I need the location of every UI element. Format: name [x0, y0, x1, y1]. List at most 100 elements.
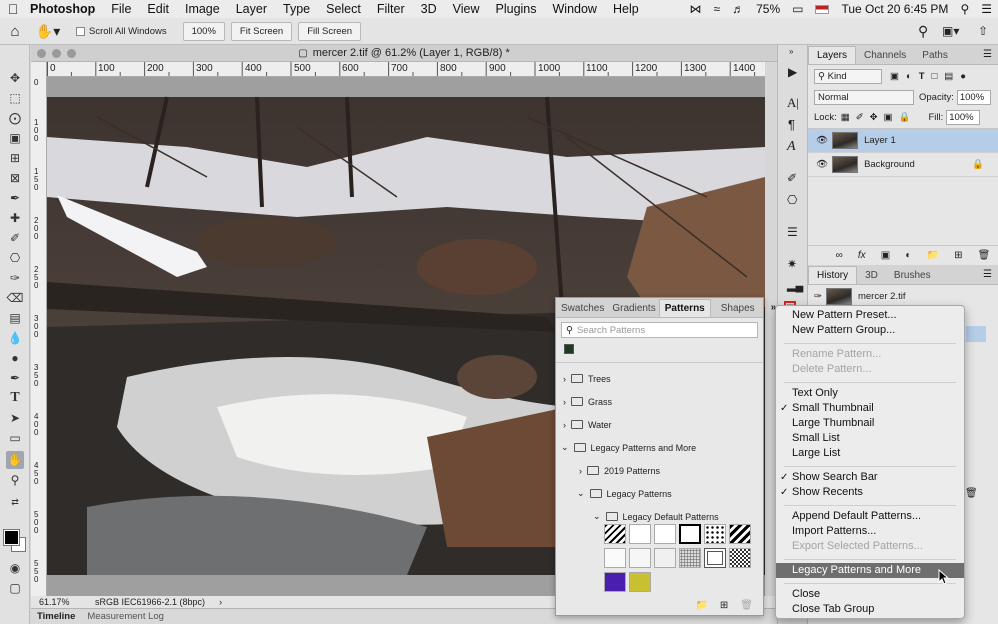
fit-screen-button[interactable]: Fit Screen	[230, 21, 293, 41]
recent-pattern-swatch[interactable]	[564, 344, 574, 354]
pattern-swatch[interactable]	[604, 548, 626, 568]
zoom-readout[interactable]: 61.17%	[39, 597, 95, 607]
chevron-down-icon[interactable]: ⌄	[593, 511, 601, 522]
layer-row[interactable]: 👁 Layer 1	[808, 129, 998, 153]
bluetooth-icon[interactable]: ⋈	[690, 2, 702, 16]
chevron-right-icon[interactable]: ›	[579, 466, 582, 476]
eyedropper-tool-icon[interactable]: ✒	[6, 189, 24, 207]
delete-layer-icon[interactable]: 🗑	[978, 250, 991, 261]
menu-select[interactable]: Select	[318, 2, 369, 16]
tab-channels[interactable]: Channels	[856, 47, 914, 64]
battery-percent[interactable]: 75%	[756, 2, 780, 16]
spotlight-icon[interactable]: ⚲	[960, 2, 969, 16]
menu-type[interactable]: Type	[275, 2, 318, 16]
chevron-right-icon[interactable]: ›	[563, 397, 566, 407]
character-icon[interactable]: A|	[787, 95, 799, 111]
menu-edit[interactable]: Edit	[139, 2, 177, 16]
filter-pixel-icon[interactable]: ▣	[890, 71, 899, 82]
pattern-swatch[interactable]	[704, 548, 726, 568]
menu-help[interactable]: Help	[605, 2, 647, 16]
fx-icon[interactable]: fx	[858, 250, 866, 261]
menu-close[interactable]: Close	[776, 587, 964, 602]
chevron-down-icon[interactable]: ⌄	[561, 442, 569, 453]
menu-legacy-patterns-and-more[interactable]: Legacy Patterns and More	[776, 563, 964, 578]
menu-app[interactable]: Photoshop	[26, 2, 103, 16]
history-snapshot-row[interactable]: ✑ mercer 2.tif	[808, 285, 998, 307]
history-brush-icon[interactable]: ✑	[814, 291, 822, 302]
document-tab[interactable]: ▢ mercer 2.tif @ 61.2% (Layer 1, RGB/8) …	[31, 45, 777, 62]
menu-small-list[interactable]: Small List	[776, 431, 964, 446]
layer-row[interactable]: 👁 Background 🔒	[808, 153, 998, 177]
pattern-swatch[interactable]	[604, 572, 626, 592]
paragraph-icon[interactable]: ¶	[788, 117, 795, 132]
fill-screen-button[interactable]: Fill Screen	[298, 21, 362, 41]
pattern-group-row[interactable]: › 2019 Patterns	[556, 459, 763, 482]
volume-icon[interactable]: ♬	[732, 2, 744, 16]
pattern-group-row[interactable]: › Water	[556, 413, 763, 436]
history-selected-state[interactable]	[966, 326, 986, 342]
color-profile-readout[interactable]: sRGB IEC61966-2.1 (8bpc)	[95, 597, 205, 607]
visibility-eye-icon[interactable]: 👁	[816, 135, 828, 146]
screen-mode-icon[interactable]: ▢	[6, 579, 24, 597]
pattern-group-row[interactable]: › Grass	[556, 390, 763, 413]
visibility-eye-icon[interactable]: 👁	[816, 159, 828, 170]
history-brush-tool-icon[interactable]: ✑	[6, 269, 24, 287]
menu-layer[interactable]: Layer	[228, 2, 275, 16]
fill-input[interactable]: 100%	[946, 110, 981, 125]
menu-image[interactable]: Image	[177, 2, 228, 16]
new-layer-icon[interactable]: ⊞	[954, 250, 962, 261]
filter-smart-icon[interactable]: ▤	[944, 71, 953, 82]
lock-transparent-icon[interactable]: ▦	[841, 112, 850, 123]
menu-new-pattern-preset[interactable]: New Pattern Preset...	[776, 308, 964, 323]
tab-patterns[interactable]: Patterns	[658, 299, 711, 317]
pen-tool-icon[interactable]: ✒	[6, 369, 24, 387]
crop-tool-icon[interactable]: ⊞	[6, 149, 24, 167]
new-pattern-icon[interactable]: ⊞	[720, 600, 728, 611]
share-icon[interactable]: ⇧	[978, 24, 988, 38]
pattern-swatch[interactable]	[704, 524, 726, 544]
tab-measurement-log[interactable]: Measurement Log	[81, 611, 170, 622]
collapse-icon[interactable]: »	[789, 47, 793, 56]
pattern-swatch[interactable]	[654, 524, 676, 544]
menu-small-thumbnail[interactable]: ✓ Small Thumbnail	[776, 401, 964, 416]
pattern-swatch[interactable]	[679, 524, 701, 544]
menu-filter[interactable]: Filter	[369, 2, 413, 16]
brush-tool-icon[interactable]: ✐	[6, 229, 24, 247]
chevron-right-icon[interactable]: ›	[563, 374, 566, 384]
hand-tool-icon[interactable]: ✋	[6, 451, 24, 469]
pattern-swatch[interactable]	[604, 524, 626, 544]
frame-tool-icon[interactable]: ⊠	[6, 169, 24, 187]
marquee-tool-icon[interactable]: ⬚	[6, 89, 24, 107]
filter-type-icon[interactable]: T	[919, 71, 925, 82]
blend-mode-select[interactable]: Normal	[814, 89, 914, 105]
tab-gradients[interactable]: Gradients	[609, 300, 658, 317]
filter-shape-icon[interactable]: □	[932, 71, 938, 82]
glyphs-icon[interactable]: A	[787, 139, 796, 155]
delete-history-icon[interactable]: 🗑	[965, 488, 978, 499]
lock-all-icon[interactable]: 🔒	[899, 112, 911, 123]
hand-tool-preset-icon[interactable]: ✋▾	[30, 23, 66, 40]
lock-artboard-icon[interactable]: ▣	[884, 112, 893, 123]
stamp-tool-icon[interactable]: ⎔	[6, 249, 24, 267]
wifi-icon[interactable]: ≈	[714, 2, 721, 16]
tab-timeline[interactable]: Timeline	[31, 611, 81, 622]
maximize-doc-icon[interactable]	[67, 48, 76, 58]
swap-colors-icon[interactable]: ⇄	[6, 493, 24, 511]
battery-icon[interactable]: ▭	[792, 2, 803, 16]
mask-icon[interactable]: ▣	[881, 250, 890, 261]
tab-paths[interactable]: Paths	[914, 47, 956, 64]
type-tool-icon[interactable]: T	[6, 389, 24, 407]
navigator-icon[interactable]: ✷	[787, 257, 797, 271]
tab-history[interactable]: History	[808, 266, 858, 284]
tab-3d[interactable]: 3D	[857, 267, 886, 284]
search-icon[interactable]: ⚲	[918, 23, 928, 40]
menu-window[interactable]: Window	[545, 2, 605, 16]
layer-name[interactable]: Background	[864, 159, 915, 170]
menu-large-thumbnail[interactable]: Large Thumbnail	[776, 416, 964, 431]
menu-plugins[interactable]: Plugins	[488, 2, 545, 16]
scroll-all-checkbox[interactable]	[76, 26, 85, 36]
status-chevron-icon[interactable]: ›	[219, 597, 222, 607]
path-select-tool-icon[interactable]: ➤	[6, 409, 24, 427]
menu-show-recents[interactable]: ✓ Show Recents	[776, 485, 964, 500]
play-icon[interactable]: ▶	[788, 65, 797, 79]
